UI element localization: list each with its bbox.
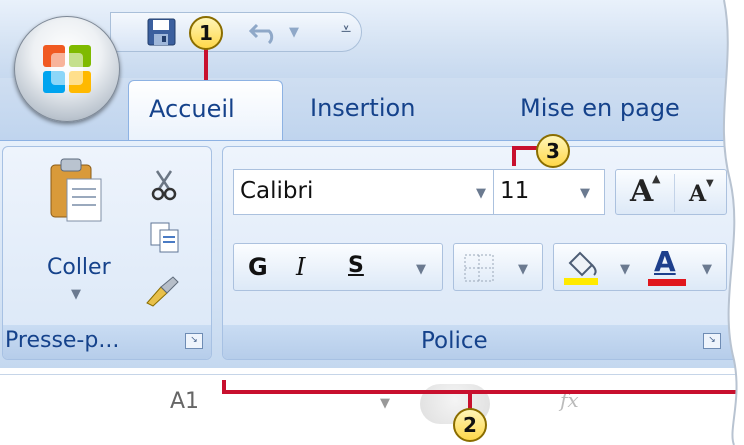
tab-mise-en-page[interactable]: Mise en page [520,94,680,122]
fill-color-dropdown-icon[interactable]: ▼ [620,262,630,277]
grow-arrow-icon: ▲ [652,172,661,185]
borders-icon [464,254,494,282]
grow-font-label: A [630,174,654,209]
tab-label: Mise en page [520,94,680,122]
clipboard-group: Coller ▼ Presse-p... ↘ [2,146,212,360]
undo-dropdown-icon[interactable]: ▼ [289,25,299,40]
text-style-group: G I S ▼ [233,243,443,291]
paste-icon [50,158,102,222]
font-color-label: A [654,245,676,278]
excel-ribbon-screenshot: ▼ ⩡ Accueil Insertion Mise en page Colle… [0,0,744,445]
font-color-swatch [648,279,686,286]
font-size-value: 11 [500,178,530,204]
paste-label: Coller [47,255,111,280]
font-group-label: Police [421,328,488,354]
callout-badge-1: 1 [189,16,223,50]
font-size-dropdown-icon[interactable]: ▼ [580,186,590,201]
callout-2-bracket-bottom [222,390,744,394]
borders-button[interactable]: ▼ [453,243,543,291]
callout-badge-3: 3 [536,134,570,168]
save-icon[interactable] [147,18,177,46]
font-size-box[interactable]: 11 ▼ [493,169,605,215]
quick-access-toolbar: ▼ ⩡ [110,12,362,52]
underline-button[interactable]: S [348,253,364,278]
format-painter-icon[interactable] [143,273,181,307]
name-box[interactable]: A1 [0,375,250,435]
font-name-box[interactable]: Calibri ▼ [233,169,495,215]
undo-icon[interactable] [249,19,283,45]
dialog-launcher-icon[interactable]: ↘ [185,333,203,349]
torn-edge-decoration [722,0,744,445]
clipboard-group-footer: Presse-p... ↘ [3,325,211,359]
fill-color-button[interactable]: ▼ [558,247,638,287]
copy-icon[interactable] [149,221,181,253]
font-name-dropdown-icon[interactable]: ▼ [476,186,486,201]
office-button[interactable] [14,16,120,122]
tab-label: Accueil [149,95,235,123]
fill-color-swatch [564,278,598,285]
office-logo-icon [43,45,91,93]
font-group: Calibri ▼ 11 ▼ A ▲ A ▼ G I S ▼ ▼ ▼ A ▼ P… [222,146,744,360]
name-box-value: A1 [170,389,200,414]
callout-badge-2: 2 [453,408,487,442]
italic-button[interactable]: I [296,253,305,281]
cut-icon[interactable] [149,169,179,201]
callout-1-line [204,46,208,80]
paste-button[interactable]: Coller ▼ [33,153,123,302]
clipboard-group-label: Presse-p... [5,328,120,353]
customize-qat-icon[interactable]: ⩡ [341,19,351,40]
paint-bucket-icon [564,251,598,285]
tab-insertion[interactable]: Insertion [310,94,415,122]
grow-font-button[interactable]: A ▲ [620,172,670,212]
paste-dropdown-icon: ▼ [71,287,81,302]
font-name-value: Calibri [240,178,314,204]
bold-button[interactable]: G [248,253,268,281]
tab-accueil[interactable]: Accueil [128,80,283,142]
borders-dropdown-icon[interactable]: ▼ [518,262,528,277]
tab-label: Insertion [310,94,416,122]
name-box-dropdown-icon[interactable]: ▼ [380,396,390,411]
underline-dropdown-icon[interactable]: ▼ [416,262,426,277]
font-group-footer: Police ↘ [223,325,743,359]
formula-bar: A1 ▼ fx [0,368,744,445]
